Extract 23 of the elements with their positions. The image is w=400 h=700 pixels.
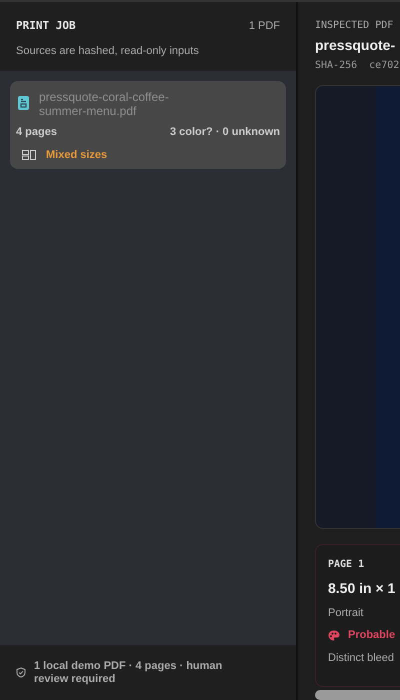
file-count: 1 PDF bbox=[248, 19, 280, 34]
file-name: pressquote-coral-coffee-summer-menu.pdf bbox=[39, 90, 170, 118]
scrollbar-thumb[interactable] bbox=[315, 690, 400, 700]
hash-label: SHA-256 bbox=[315, 59, 358, 73]
page-title: PAGE 1 bbox=[328, 558, 366, 572]
shield-check-icon bbox=[16, 667, 26, 678]
page-count: 4 pages bbox=[16, 125, 57, 140]
panel-subtitle: Sources are hashed, read-only inputs bbox=[16, 44, 200, 58]
size-warning: Mixed sizes bbox=[46, 148, 108, 162]
color-warning: Probable bbox=[348, 628, 396, 644]
pdf-name: pressquote- bbox=[315, 36, 396, 55]
document-icon bbox=[18, 96, 29, 110]
section-label: INSPECTED PDF bbox=[315, 19, 394, 33]
color-summary: 3 color? · 0 unknown bbox=[170, 125, 280, 140]
page-sizes-icon bbox=[22, 150, 36, 160]
footer-summary: 1 local demo PDF · 4 pages · human review required bbox=[34, 660, 224, 686]
hash-value: ce702 bbox=[369, 59, 400, 73]
page-size: 8.50 in × 1 bbox=[328, 578, 396, 598]
page-orientation: Portrait bbox=[328, 606, 364, 621]
bleed-note: Distinct bleed bbox=[328, 650, 396, 666]
palette-icon bbox=[328, 630, 340, 642]
file-card[interactable]: pressquote-coral-coffee-summer-menu.pdf 4 pages 3 color? · 0 unknown Mixed sizes bbox=[10, 81, 286, 169]
panel-title: PRINT JOB bbox=[16, 18, 76, 34]
